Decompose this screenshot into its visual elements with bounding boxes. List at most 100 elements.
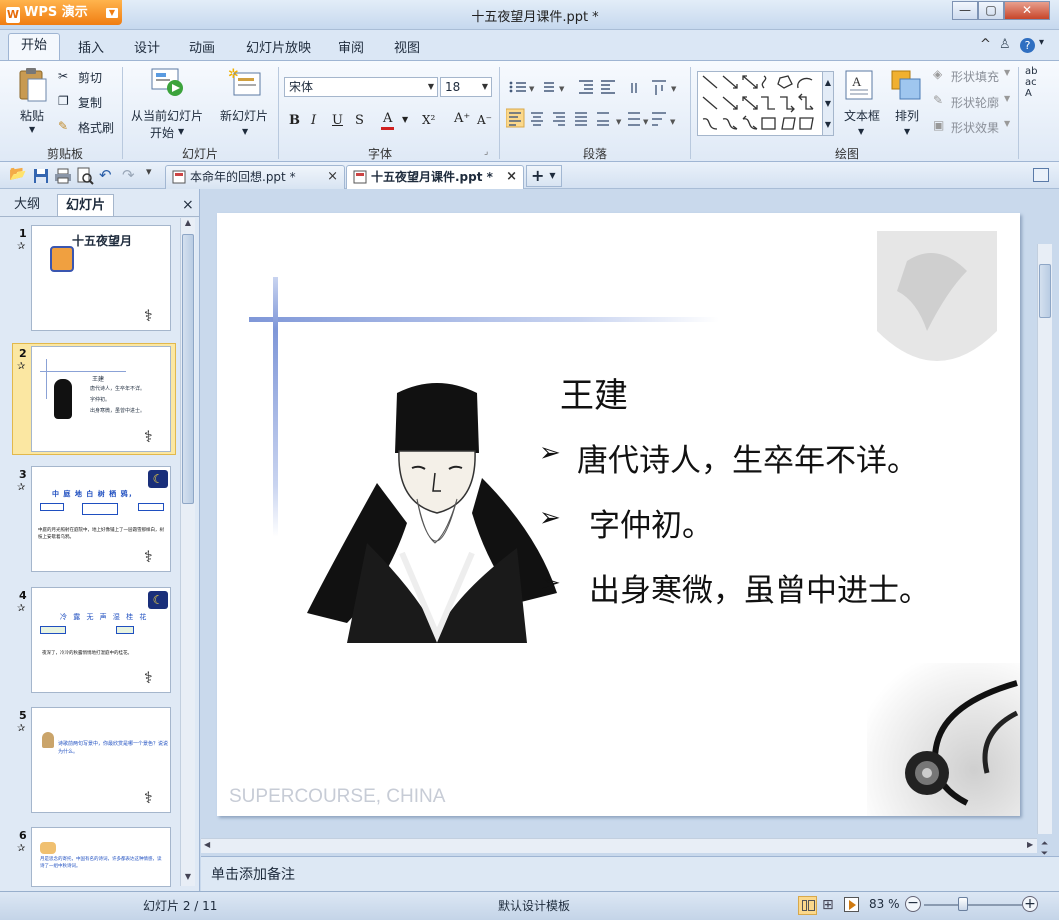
thumbnail-scrollbar[interactable]: ▲ ▼ <box>180 218 195 886</box>
slide-sorter-icon[interactable]: ⊞ <box>822 897 834 913</box>
slide-number: 3 <box>19 468 27 481</box>
close-icon[interactable]: × <box>327 166 338 188</box>
font-dialog-launcher-icon[interactable]: ⌟ <box>484 147 488 157</box>
current-slide[interactable]: 王建 ➢ 唐代诗人，生卒年不详。 ➢ 字仲初。 ➢ 出身寒微，虽曾中进士。 SU… <box>217 213 1020 816</box>
arrange-button[interactable]: 排列 <box>895 107 919 124</box>
scroll-right-icon[interactable]: ▶ <box>1027 840 1033 849</box>
slide-bullet-1[interactable]: 唐代诗人，生卒年不详。 <box>577 435 918 480</box>
zoom-slider-thumb[interactable] <box>958 897 968 911</box>
scroll-down-icon[interactable]: ▼ <box>181 872 195 886</box>
shrink-font-button[interactable]: A⁻ <box>477 113 492 127</box>
font-size-select[interactable]: 18 ▼ <box>440 77 492 97</box>
scroll-left-icon[interactable]: ◀ <box>204 840 210 849</box>
customize-qat-icon[interactable]: ▾ <box>146 165 152 178</box>
restore-view-icon[interactable] <box>1033 168 1049 182</box>
tab-review[interactable]: 审阅 <box>338 37 364 56</box>
chevron-down-icon: ▼ <box>904 127 911 136</box>
zoom-in-icon[interactable]: + <box>1022 896 1038 912</box>
tab-design[interactable]: 设计 <box>134 37 160 56</box>
maximize-button[interactable]: ▢ <box>978 1 1004 20</box>
shape-outline-button[interactable]: 形状轮廓 <box>951 94 999 111</box>
shadow-button[interactable]: S <box>355 113 364 128</box>
help-dropdown-icon[interactable]: ▾ <box>1039 37 1044 48</box>
slide-thumbnail-1[interactable]: 十五夜望月 ⚕ <box>31 225 171 331</box>
slide-thumbnail-5[interactable]: 诗歌前两句写景中，你最欣赏是哪一个景色？说说为什么。 ⚕ <box>31 707 171 813</box>
scroll-up-icon[interactable]: ▲ <box>181 218 195 232</box>
print-preview-icon[interactable] <box>76 167 94 185</box>
slide-horizontal-scrollbar[interactable]: ◀ ▶ <box>201 838 1037 853</box>
shape-gallery-scroll[interactable]: ▲ ▼ ▼ <box>822 71 834 136</box>
redo-icon[interactable]: ↷ <box>122 166 135 184</box>
tab-insert[interactable]: 插入 <box>78 37 104 56</box>
grow-font-button[interactable]: A⁺ <box>454 111 470 126</box>
italic-button[interactable]: I <box>311 113 316 128</box>
normal-view-icon[interactable] <box>798 896 817 915</box>
paste-button[interactable]: 粘贴 <box>20 107 44 124</box>
tab-slideshow[interactable]: 幻灯片放映 <box>246 37 311 56</box>
shape-gallery[interactable] <box>697 71 825 136</box>
paste-icon[interactable] <box>16 67 48 103</box>
close-icon[interactable]: × <box>182 194 194 216</box>
textbox-button[interactable]: 文本框 <box>844 107 880 124</box>
title-bar: W WPS 演示 ▼ 十五夜望月课件.ppt * — ▢ ✕ <box>0 0 1059 30</box>
new-slide-button[interactable]: 新幻灯片 <box>220 107 268 124</box>
tab-view[interactable]: 视图 <box>394 37 420 56</box>
more-tools-icon[interactable]: ab ac A <box>1025 66 1037 99</box>
underline-button[interactable]: U <box>332 113 343 128</box>
shape-fill-button[interactable]: 形状填充 <box>951 68 999 85</box>
help-icon[interactable]: ? <box>1020 38 1035 53</box>
copy-button[interactable]: 复制 <box>78 94 102 111</box>
shape-effect-button[interactable]: 形状效果 <box>951 119 999 136</box>
cut-button[interactable]: 剪切 <box>78 69 102 86</box>
design-template-name[interactable]: 默认设计模板 <box>498 897 570 914</box>
print-icon[interactable] <box>54 168 72 184</box>
paste-dropdown-icon[interactable]: ▼ <box>29 125 35 134</box>
slide-thumbnail-2[interactable]: 王建 唐代诗人，生卒年不详。 字仲初。 出身寒微，虽曾中进士。 ⚕ <box>31 346 171 452</box>
slide-number: 4 <box>19 589 27 602</box>
slide-title[interactable]: 王建 <box>560 368 628 417</box>
paragraph-tools[interactable]: ▼ ▼ ▼ ▼ ▼ ▼ <box>506 77 696 147</box>
superscript-button[interactable]: X² <box>422 113 435 127</box>
font-color-button[interactable]: A <box>381 111 395 130</box>
format-painter-button[interactable]: 格式刷 <box>78 119 114 136</box>
slide-bullet-2[interactable]: 字仲初。 <box>589 500 713 545</box>
zoom-slider-track[interactable] <box>924 904 1022 906</box>
scroll-thumb[interactable] <box>1039 264 1051 318</box>
arrange-icon[interactable] <box>890 69 924 103</box>
notes-placeholder[interactable]: 单击添加备注 <box>211 864 295 884</box>
tab-home[interactable]: 开始 <box>8 33 60 60</box>
zoom-level[interactable]: 83 % <box>869 897 900 911</box>
play-from-current-icon[interactable] <box>150 67 184 97</box>
close-icon[interactable]: × <box>506 166 517 188</box>
slide-thumbnail-4[interactable]: ☾ 冷 露 无 声 湿 桂 花 夜深了，冷冷的秋露悄悄地打湿庭中的桂花。 ⚕ <box>31 587 171 693</box>
play-from-current-button[interactable]: 从当前幻灯片 <box>131 107 203 124</box>
slide-bullet-3[interactable]: 出身寒微，虽曾中进士。 <box>589 565 930 610</box>
slide-position: 幻灯片 2 / 11 <box>143 899 218 913</box>
slide-thumbnail-6[interactable]: 月是思念的寄托，中国有名的诗词，许多都表达这种情感，读诗了一组中秋诗词。 <box>31 827 171 887</box>
zoom-out-icon[interactable]: − <box>905 896 921 912</box>
portrait-icon <box>54 379 72 419</box>
undo-icon[interactable]: ↶ <box>99 166 112 184</box>
doc-tab-1[interactable]: 本命年的回想.ppt * × <box>165 165 345 189</box>
collapse-ribbon-icon[interactable]: ^ <box>980 37 991 52</box>
slide-thumbnail-3[interactable]: ☾ 中 庭 地 白 树 栖 鸦， 中庭的月光照射在庭院中，地上好像铺上了一层霜雪… <box>31 466 171 572</box>
open-icon[interactable]: 📂 <box>9 166 26 182</box>
new-slide-icon[interactable]: ✲ <box>228 67 262 99</box>
tab-outline[interactable]: 大纲 <box>14 194 40 216</box>
doc-tab-2[interactable]: 十五夜望月课件.ppt * × <box>346 165 524 189</box>
close-button[interactable]: ✕ <box>1004 1 1050 20</box>
textbox-icon[interactable]: A <box>844 69 876 103</box>
font-name-select[interactable]: 宋体 ▼ <box>284 77 438 97</box>
new-tab-button[interactable]: + ▼ <box>526 165 562 187</box>
slide-vertical-scrollbar[interactable] <box>1037 244 1052 834</box>
tab-animation[interactable]: 动画 <box>189 37 215 56</box>
save-icon[interactable] <box>33 168 49 184</box>
scroll-thumb[interactable] <box>182 234 194 504</box>
chevron-down-icon[interactable]: ▼ <box>402 115 408 124</box>
slideshow-view-icon[interactable] <box>844 897 859 912</box>
minimize-button[interactable]: — <box>952 1 978 20</box>
tab-slides[interactable]: 幻灯片 <box>57 194 114 216</box>
notes-pane[interactable]: 单击添加备注 <box>201 856 1059 891</box>
skin-icon[interactable]: ♙ <box>999 37 1011 52</box>
bold-button[interactable]: B <box>289 113 300 128</box>
